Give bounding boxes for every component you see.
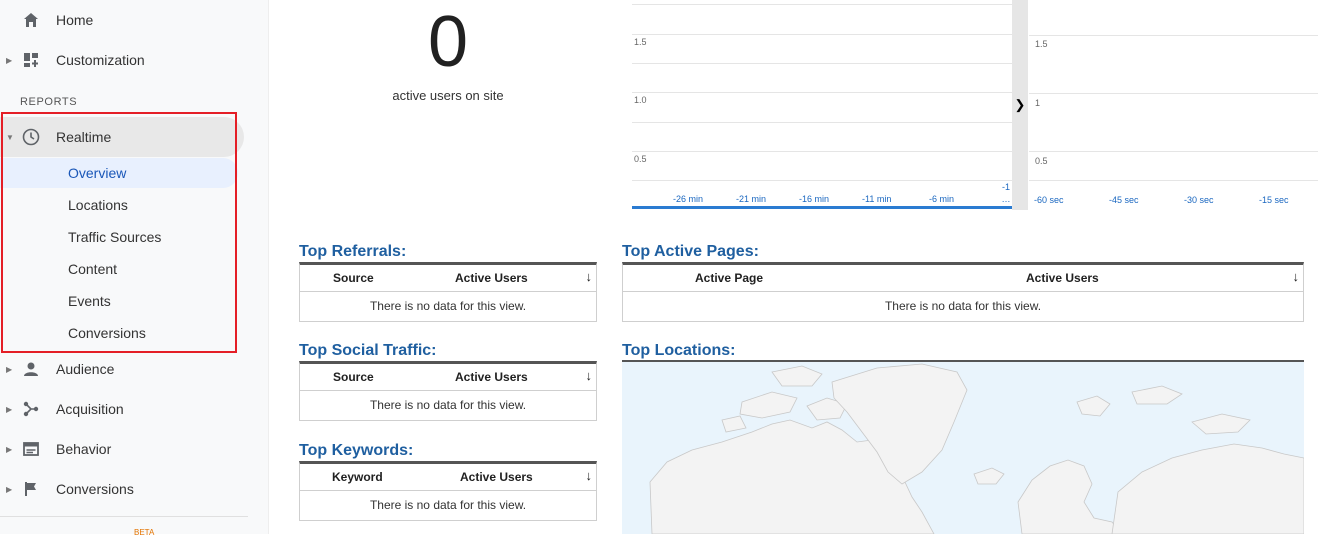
column-source[interactable]: Source	[333, 370, 374, 384]
y-tick-label: 0.5	[634, 154, 647, 164]
acquisition-icon	[22, 400, 40, 418]
table-header: Source Active Users ↓	[300, 364, 596, 391]
column-active-page[interactable]: Active Page	[695, 271, 763, 285]
x-tick-label: -1 …	[1001, 182, 1011, 204]
chevron-right-icon: ▶	[6, 484, 13, 494]
x-tick-label: -16 min	[799, 194, 830, 204]
sort-arrow-icon[interactable]: ↓	[586, 468, 593, 483]
world-map-svg	[649, 363, 1304, 534]
chevron-right-icon: ▶	[6, 404, 13, 414]
x-tick-label: -11 min	[862, 194, 892, 204]
chart-gridline	[632, 92, 1012, 93]
y-tick-label: 1.5	[1035, 39, 1048, 49]
top-keywords-title: Top Keywords:	[299, 442, 414, 459]
active-users-count: 0	[427, 2, 469, 82]
empty-message: There is no data for this view.	[884, 299, 1042, 313]
column-keyword[interactable]: Keyword	[332, 470, 383, 484]
dashboard-icon	[22, 51, 40, 69]
flag-icon	[22, 480, 40, 498]
y-tick-label: 1.5	[634, 37, 647, 47]
y-tick-label: 1	[1035, 98, 1041, 108]
sidebar-item-label: Customization	[56, 52, 145, 68]
beta-badge: BETA	[134, 528, 155, 537]
table-header: Source Active Users ↓	[300, 265, 596, 292]
sidebar-item-label: Home	[56, 12, 94, 28]
world-map[interactable]	[622, 362, 1304, 534]
chart-gridline	[632, 180, 1012, 181]
column-active-users[interactable]: Active Users	[460, 470, 533, 484]
chevron-right-icon: ▶	[6, 55, 13, 65]
empty-message: There is no data for this view.	[369, 299, 527, 313]
chart-gridline	[1029, 180, 1318, 181]
chart-gridline	[632, 63, 1012, 64]
chart-baseline	[632, 206, 1012, 209]
column-active-users[interactable]: Active Users	[1026, 271, 1099, 285]
x-tick-label: -21 min	[736, 194, 767, 204]
behavior-icon	[22, 440, 40, 458]
active-users-caption: active users on site	[392, 88, 504, 103]
x-tick-label: -6 min	[929, 194, 955, 204]
x-tick-label: -30 sec	[1184, 195, 1214, 205]
sidebar-item-conversions[interactable]: ▶ Conversions	[0, 474, 134, 504]
sort-arrow-icon[interactable]: ↓	[586, 368, 593, 383]
top-social-table: Source Active Users ↓ There is no data f…	[299, 361, 597, 421]
chart-gridline	[632, 34, 1012, 35]
empty-message: There is no data for this view.	[369, 498, 527, 512]
chart-gridline	[1029, 93, 1318, 94]
chevron-right-icon: ▶	[6, 444, 13, 454]
x-tick-label: -45 sec	[1109, 195, 1139, 205]
sort-arrow-icon[interactable]: ↓	[586, 269, 593, 284]
sidebar-item-label: Behavior	[56, 441, 112, 457]
per-minute-chart: 1.5 1.0 0.5 -26 min -21 min -16 min -11 …	[632, 0, 1012, 206]
person-icon	[22, 360, 40, 378]
y-tick-label: 1.0	[634, 95, 647, 105]
table-header: Keyword Active Users ↓	[300, 464, 596, 491]
sidebar-item-label: Acquisition	[56, 401, 124, 417]
chart-gridline	[632, 151, 1012, 152]
top-locations-title: Top Locations:	[622, 342, 736, 359]
chart-gridline	[1029, 151, 1318, 152]
highlight-box	[1, 112, 237, 353]
chart-gridline	[632, 122, 1012, 123]
chevron-right-icon: ▶	[6, 364, 13, 374]
sidebar: Home ▶ Customization REPORTS ▼ Realtime …	[0, 0, 269, 537]
x-tick-label: -60 sec	[1034, 195, 1064, 205]
per-second-chart: 1.5 1 0.5 -60 sec -45 sec -30 sec -15 se…	[1029, 0, 1318, 210]
home-icon	[22, 11, 40, 29]
y-tick-label: 0.5	[1035, 156, 1048, 166]
column-active-users[interactable]: Active Users	[455, 271, 528, 285]
top-social-title: Top Social Traffic:	[299, 342, 437, 359]
expand-chart-button[interactable]: ❯	[1012, 0, 1028, 210]
sidebar-item-label: Conversions	[56, 481, 134, 497]
sidebar-item-customization[interactable]: ▶ Customization	[0, 45, 145, 75]
x-tick-label: -26 min	[673, 194, 704, 204]
top-referrals-title: Top Referrals:	[299, 243, 407, 260]
chevron-right-icon: ❯	[1014, 97, 1026, 112]
chart-gridline	[632, 4, 1012, 5]
x-tick-label: -15 sec	[1259, 195, 1289, 205]
column-source[interactable]: Source	[333, 271, 374, 285]
sidebar-item-home[interactable]: Home	[0, 5, 93, 35]
table-header: Active Page Active Users ↓	[623, 265, 1303, 292]
empty-message: There is no data for this view.	[369, 398, 527, 412]
top-referrals-table: Source Active Users ↓ There is no data f…	[299, 262, 597, 322]
sidebar-item-audience[interactable]: ▶ Audience	[0, 354, 114, 384]
column-active-users[interactable]: Active Users	[455, 370, 528, 384]
sidebar-divider	[0, 516, 248, 517]
sort-arrow-icon[interactable]: ↓	[1293, 269, 1300, 284]
top-pages-table: Active Page Active Users ↓ There is no d…	[622, 262, 1304, 322]
sidebar-item-acquisition[interactable]: ▶ Acquisition	[0, 394, 124, 424]
chart-gridline	[1029, 35, 1318, 36]
reports-section-label: REPORTS	[20, 96, 78, 108]
sidebar-item-label: Audience	[56, 361, 115, 377]
sidebar-item-behavior[interactable]: ▶ Behavior	[0, 434, 111, 464]
top-pages-title: Top Active Pages:	[622, 243, 759, 260]
top-keywords-table: Keyword Active Users ↓ There is no data …	[299, 461, 597, 521]
